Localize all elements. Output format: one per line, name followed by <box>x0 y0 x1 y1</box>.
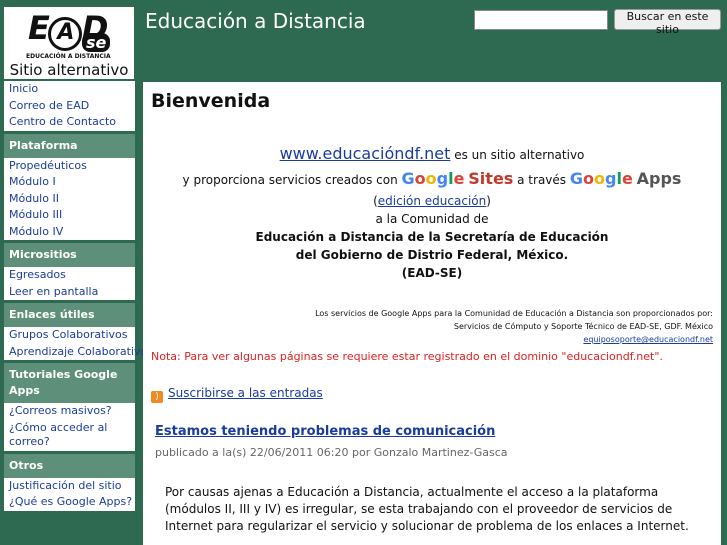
nav-group-micrositios: Micrositios Egresados Leer en pantalla <box>4 243 135 300</box>
post-meta: publicado a la(s) 22/06/2011 06:20 por G… <box>155 446 508 459</box>
intro-line2-mid: a través <box>517 173 567 187</box>
support-email-link[interactable]: equiposoporte@educaciondf.net <box>583 335 713 344</box>
intro-line-1: www.educacióndf.net es un sitio alternat… <box>143 144 721 163</box>
sidebar-item-modulo-2[interactable]: Módulo II <box>4 191 135 208</box>
site-header: EAD se EDUCACIÓN A DISTANCIA Sitio alter… <box>0 0 727 80</box>
nav-heading-micrositios: Micrositios <box>4 243 135 267</box>
search-button[interactable]: Buscar en este sitio <box>614 9 721 36</box>
sidebar-item-correos-masivos[interactable]: ¿Correos masivos? <box>4 403 135 420</box>
intro-line-4: a la Comunidad de <box>375 212 489 226</box>
subscribe-row: ) Suscribirse a las entradas <box>151 386 323 403</box>
sidebar-nav: Inicio Correo de EAD Centro de Contacto … <box>4 81 147 514</box>
sidebar-item-google-apps[interactable]: ¿Qué es Google Apps? <box>4 494 135 511</box>
sidebar-item-modulo-1[interactable]: Módulo I <box>4 174 135 191</box>
logo-tagline: EDUCACIÓN A DISTANCIA <box>26 53 111 60</box>
nav-heading-tutoriales: Tutoriales Google Apps <box>4 363 135 403</box>
sidebar-item-modulo-4[interactable]: Módulo IV <box>4 224 135 241</box>
intro-tail: es un sitio alternativo <box>454 148 585 162</box>
logo-se-text: se <box>82 33 111 52</box>
sidebar-item-leer-pantalla[interactable]: Leer en pantalla <box>4 284 135 301</box>
intro-line-3: (edición educación) <box>373 194 491 208</box>
sidebar-item-egresados[interactable]: Egresados <box>4 267 135 284</box>
sidebar-item-contacto[interactable]: Centro de Contacto <box>4 114 135 131</box>
subscribe-link[interactable]: Suscribirse a las entradas <box>168 386 323 400</box>
org-line-3: (EAD-SE) <box>401 266 463 280</box>
nav-group-enlaces: Enlaces útiles Grupos Colaborativos Apre… <box>4 303 147 361</box>
services-note-2: Servicios de Cómputo y Soporte Técnico d… <box>453 322 713 331</box>
post-title-link[interactable]: Estamos teniendo problemas de comunicaci… <box>155 424 495 439</box>
sidebar-item-inicio[interactable]: Inicio <box>4 81 135 98</box>
nav-group-tutoriales: Tutoriales Google Apps ¿Correos masivos?… <box>4 363 135 451</box>
sidebar-item-correo[interactable]: Correo de EAD <box>4 98 135 115</box>
nav-group-otros: Otros Justificación del sitio ¿Qué es Go… <box>4 453 135 511</box>
nav-group-main: Inicio Correo de EAD Centro de Contacto <box>4 81 135 131</box>
google-logo: Google <box>569 169 633 188</box>
main-content: Bienvenida www.educacióndf.net es un sit… <box>143 82 721 545</box>
nav-group-plataforma: Plataforma Propedéuticos Módulo I Módulo… <box>4 133 135 241</box>
google-logo: Google <box>401 169 465 188</box>
sidebar-item-modulo-3[interactable]: Módulo III <box>4 207 135 224</box>
site-logo[interactable]: EAD se EDUCACIÓN A DISTANCIA <box>4 7 134 61</box>
sidebar-item-justificacion[interactable]: Justificación del sitio <box>4 478 135 495</box>
services-note-1: Los servicios de Google Apps para la Com… <box>315 309 713 318</box>
site-title[interactable]: Educación a Distancia <box>145 6 385 37</box>
sidebar-item-aprendizaje[interactable]: Aprendizaje Colaborativo <box>4 344 147 361</box>
nav-heading-otros: Otros <box>4 453 135 478</box>
intro-line-2: y proporciona servicios creados con Goog… <box>143 169 721 188</box>
rss-icon[interactable]: ) <box>151 391 163 403</box>
sidebar-item-propedeuticos[interactable]: Propedéuticos <box>4 158 135 175</box>
sidebar-item-grupos[interactable]: Grupos Colaborativos <box>4 327 135 344</box>
apps-word: Apps <box>636 169 682 188</box>
page-title: Bienvenida <box>151 90 271 112</box>
support-email-row: equiposoporte@educaciondf.net <box>193 333 713 346</box>
edicion-educacion-link[interactable]: edición educación <box>378 194 486 208</box>
org-line-1: Educación a Distancia de la Secretaría d… <box>255 230 609 244</box>
site-url-link[interactable]: www.educacióndf.net <box>280 144 451 163</box>
post-body: Por causas ajenas a Educación a Distanci… <box>165 485 689 533</box>
sidebar-item-acceder-correo[interactable]: ¿Cómo acceder al correo? <box>4 420 135 451</box>
registration-note: Nota: Para ver algunas páginas se requie… <box>151 350 663 363</box>
intro-line2-pre: y proporciona servicios creados con <box>182 173 398 187</box>
org-line-2: del Gobierno de Distrio Federal, México. <box>295 248 569 262</box>
alt-site-label: Sitio alternativo <box>4 61 134 79</box>
sites-word: Sites <box>468 169 514 188</box>
nav-heading-enlaces: Enlaces útiles <box>4 303 135 327</box>
search-input[interactable] <box>474 10 608 30</box>
nav-heading-plataforma: Plataforma <box>4 133 135 158</box>
